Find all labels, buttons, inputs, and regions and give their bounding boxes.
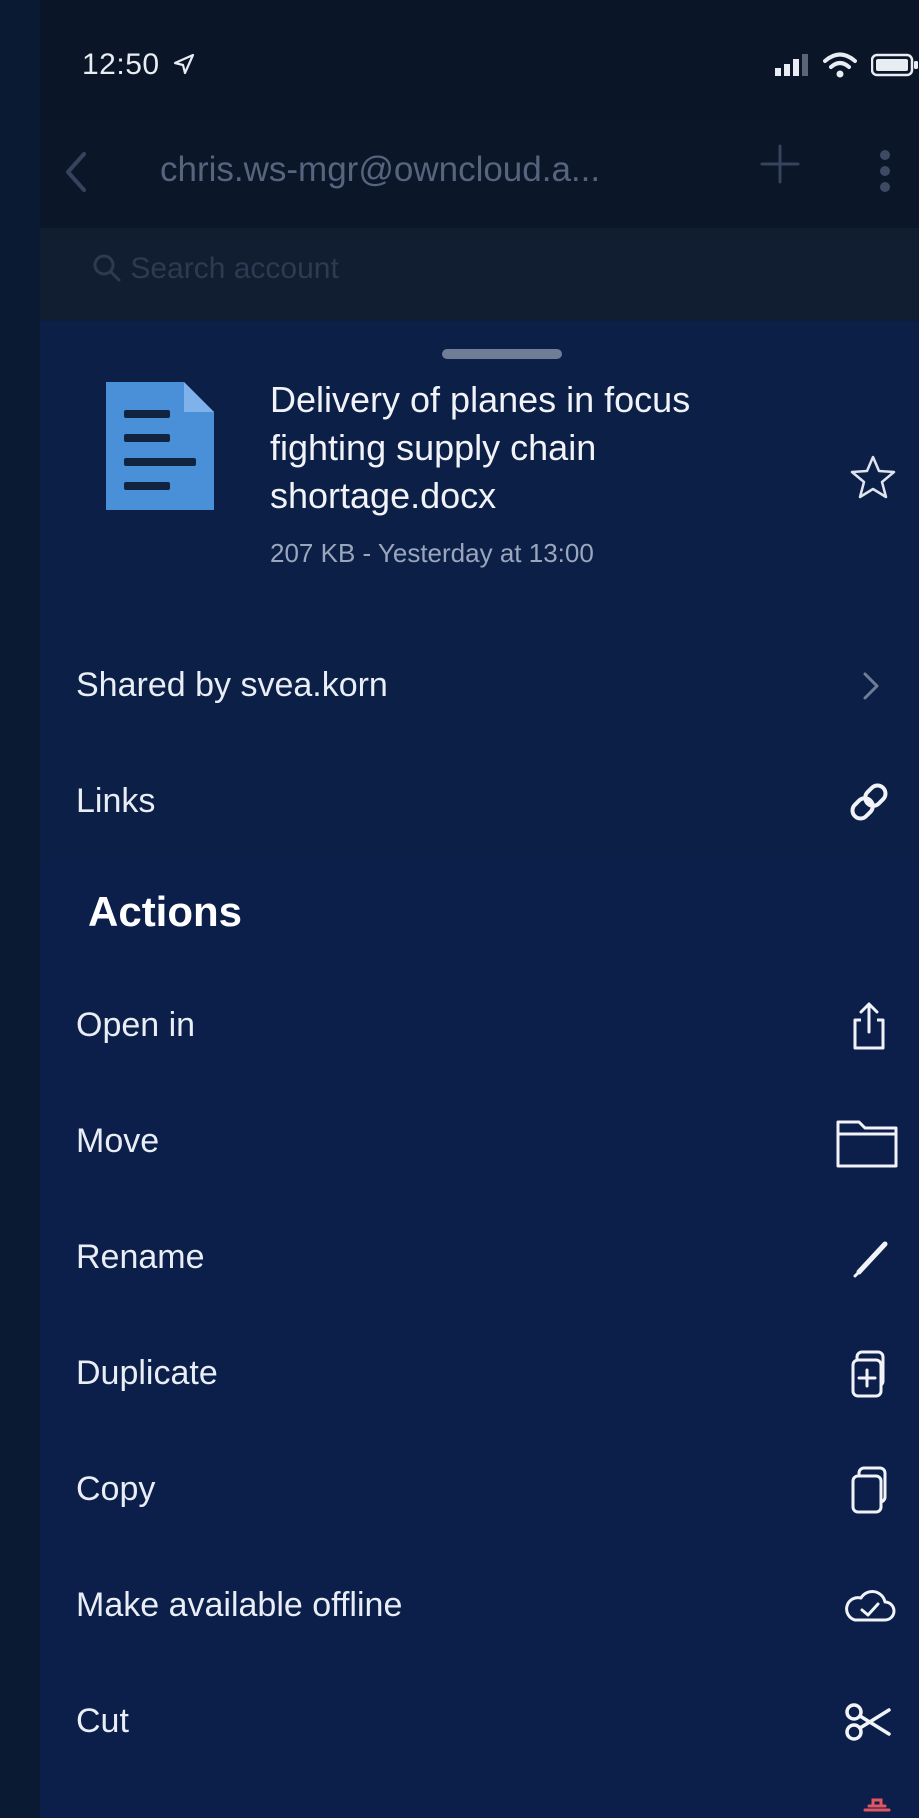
- search-input[interactable]: Search account: [92, 252, 339, 286]
- action-label: Cut: [76, 1702, 129, 1740]
- cloud-check-icon: [841, 1578, 897, 1634]
- chevron-left-icon: [66, 152, 86, 192]
- more-vertical-icon: [880, 150, 890, 160]
- battery-icon: [871, 53, 918, 77]
- file-name: Delivery of planes in focus fighting sup…: [270, 379, 691, 516]
- action-label: Make available offline: [76, 1586, 403, 1624]
- time-label: 12:50: [82, 48, 160, 81]
- nav-title: chris.ws-mgr@owncloud.a...: [160, 150, 601, 189]
- action-label: Move: [76, 1122, 160, 1160]
- action-copy[interactable]: Copy: [40, 1432, 919, 1548]
- search-icon: [93, 254, 121, 282]
- delete-icon: [857, 1796, 897, 1818]
- action-duplicate[interactable]: Duplicate: [40, 1316, 919, 1432]
- copy-icon: [841, 1462, 897, 1518]
- share-icon: [841, 998, 897, 1054]
- file-meta: 207 KB - Yesterday at 13:00: [270, 538, 594, 568]
- action-label: Duplicate: [76, 1354, 218, 1392]
- action-cut[interactable]: Cut: [40, 1664, 919, 1780]
- shared-by-label: Shared by svea.korn: [76, 666, 388, 704]
- phone-screen: 12:50 chris.ws-mgr@owncloud.a... Search …: [40, 0, 919, 1818]
- link-icon: [841, 774, 897, 830]
- links-row[interactable]: Links: [40, 744, 919, 860]
- status-bar: 12:50: [40, 0, 919, 120]
- search-placeholder: Search account: [130, 252, 339, 285]
- status-icons: [775, 52, 919, 78]
- links-label: Links: [76, 782, 156, 820]
- action-make-available-offline[interactable]: Make available offline: [40, 1548, 919, 1664]
- wifi-icon: [823, 52, 857, 78]
- duplicate-icon: [841, 1346, 897, 1402]
- more-button[interactable]: [880, 150, 892, 192]
- action-open-in[interactable]: Open in: [40, 968, 919, 1084]
- action-rename[interactable]: Rename: [40, 1200, 919, 1316]
- scissors-icon: [841, 1694, 897, 1750]
- action-label: Rename: [76, 1238, 205, 1276]
- more-dot: [880, 182, 890, 192]
- back-button[interactable]: [62, 150, 90, 205]
- cellular-signal-icon: [775, 54, 808, 76]
- document-icon: [106, 382, 214, 510]
- add-button[interactable]: [758, 140, 802, 198]
- shared-by-row[interactable]: Shared by svea.korn: [40, 628, 919, 744]
- star-icon: [850, 455, 896, 499]
- folder-icon: [836, 1114, 898, 1170]
- location-arrow-icon: [174, 53, 195, 75]
- plus-icon: [760, 144, 800, 184]
- action-move[interactable]: Move: [40, 1084, 919, 1200]
- more-dot: [880, 166, 890, 176]
- action-label: Copy: [76, 1470, 156, 1508]
- status-time: 12:50: [82, 48, 196, 82]
- pencil-icon: [841, 1230, 897, 1286]
- chevron-right-icon: [841, 658, 897, 714]
- action-label: Open in: [76, 1006, 196, 1044]
- actions-title: Actions: [88, 888, 243, 935]
- sheet-handle[interactable]: [442, 349, 562, 359]
- favorite-button[interactable]: [848, 452, 898, 502]
